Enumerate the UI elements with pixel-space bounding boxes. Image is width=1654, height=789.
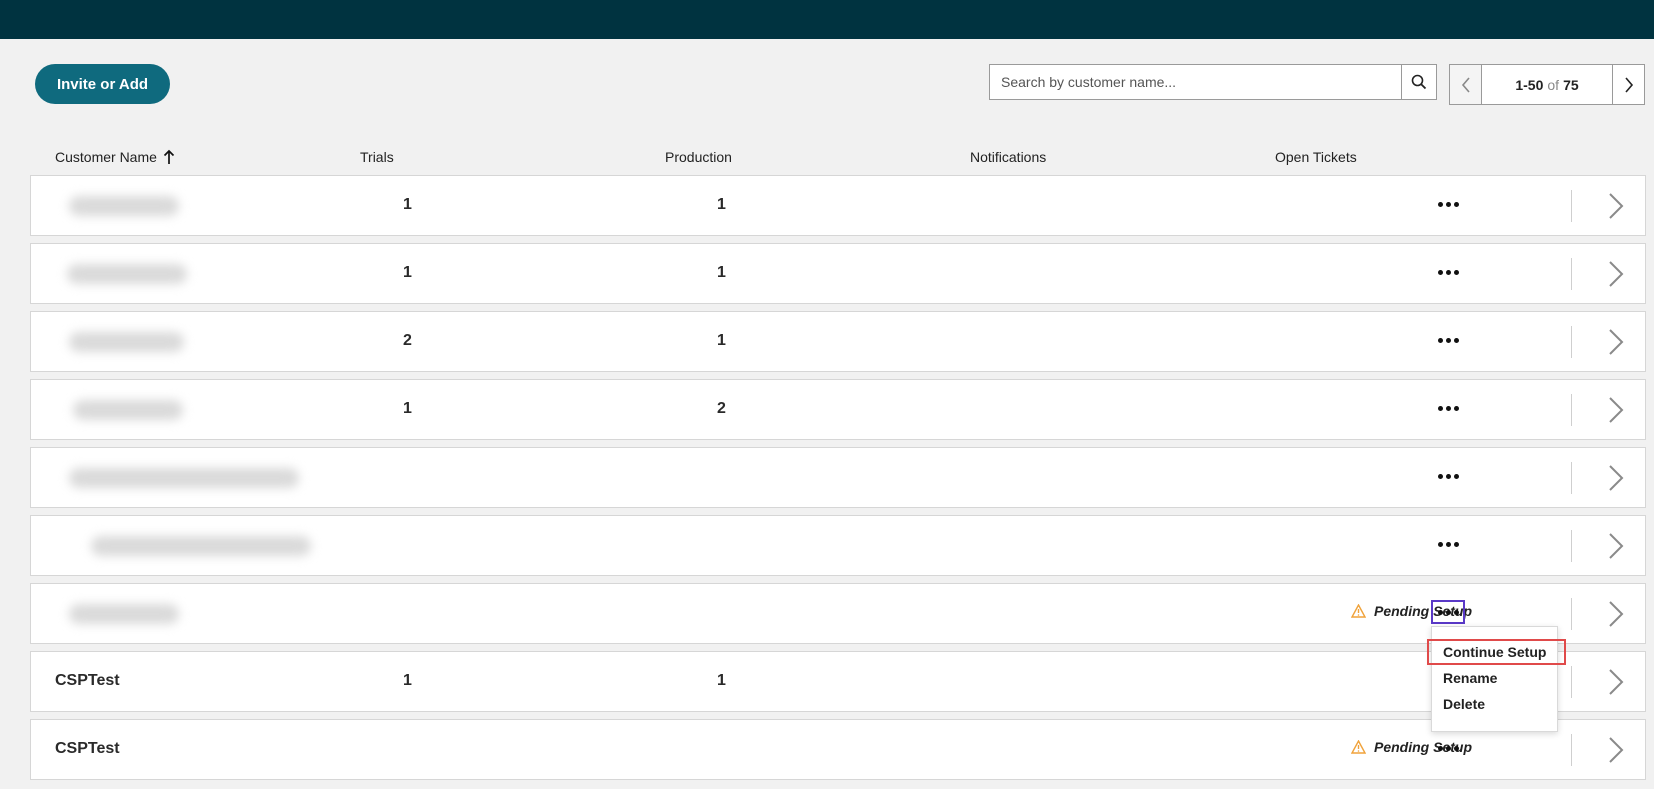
- column-header-label: Open Tickets: [1275, 149, 1357, 165]
- trials-count: 1: [403, 672, 412, 689]
- trials-count: 1: [403, 264, 412, 281]
- column-header-label: Production: [665, 149, 732, 165]
- customer-name-redacted: [91, 536, 311, 556]
- production-count: 1: [717, 196, 726, 213]
- table-row[interactable]: Pending Setup: [30, 583, 1646, 644]
- page-total: 75: [1563, 76, 1579, 93]
- row-chevron-icon[interactable]: [1607, 668, 1625, 696]
- invite-or-add-button[interactable]: Invite or Add: [35, 64, 170, 104]
- row-chevron-icon[interactable]: [1607, 532, 1625, 560]
- column-header-notifications[interactable]: Notifications: [970, 149, 1046, 165]
- more-actions-button[interactable]: [1431, 736, 1465, 760]
- search-input[interactable]: [989, 64, 1401, 100]
- row-chevron-icon[interactable]: [1607, 192, 1625, 220]
- row-divider: [1571, 462, 1572, 494]
- customer-name-redacted: [67, 264, 187, 284]
- row-chevron-icon[interactable]: [1607, 600, 1625, 628]
- table-row[interactable]: 1 1: [30, 175, 1646, 236]
- customer-name-redacted: [69, 196, 179, 216]
- pagination: 1-50 of 75: [1449, 64, 1645, 105]
- row-chevron-icon[interactable]: [1607, 260, 1625, 288]
- row-chevron-icon[interactable]: [1607, 396, 1625, 424]
- more-actions-button[interactable]: [1431, 464, 1465, 488]
- trials-count: 1: [403, 196, 412, 213]
- column-header-label: Customer Name: [55, 149, 157, 165]
- customer-search: [989, 64, 1437, 100]
- page-of: of: [1547, 76, 1560, 93]
- production-count: 1: [717, 672, 726, 689]
- table-row[interactable]: [30, 447, 1646, 508]
- customer-name[interactable]: CSPTest: [55, 740, 120, 758]
- column-header-label: Notifications: [970, 149, 1047, 165]
- row-chevron-icon[interactable]: [1607, 464, 1625, 492]
- customer-name-redacted: [69, 468, 299, 488]
- row-divider: [1571, 598, 1572, 630]
- trials-count: 2: [403, 332, 412, 349]
- row-divider: [1571, 258, 1572, 290]
- more-actions-button[interactable]: [1431, 260, 1465, 284]
- row-divider: [1571, 326, 1572, 358]
- column-header-open-tickets[interactable]: Open Tickets: [1275, 149, 1357, 165]
- page-range: 1-50: [1515, 76, 1544, 93]
- more-actions-button[interactable]: [1431, 396, 1465, 420]
- row-divider: [1571, 190, 1572, 222]
- row-divider: [1571, 530, 1572, 562]
- column-header-production[interactable]: Production: [665, 149, 732, 165]
- trials-count: 1: [403, 400, 412, 417]
- more-actions-button[interactable]: [1431, 328, 1465, 352]
- table-row[interactable]: CSPTest Pending Setup: [30, 719, 1646, 780]
- row-chevron-icon[interactable]: [1607, 328, 1625, 356]
- table-row[interactable]: 1 1: [30, 243, 1646, 304]
- warning-icon: [1351, 604, 1366, 618]
- top-nav-bar: [0, 0, 1654, 39]
- menu-item-rename[interactable]: Rename: [1443, 670, 1497, 686]
- search-button[interactable]: [1401, 64, 1437, 100]
- table-row[interactable]: CSPTest 1 1: [30, 651, 1646, 712]
- more-actions-button[interactable]: [1431, 600, 1465, 624]
- row-divider: [1571, 734, 1572, 766]
- chevron-right-icon: [1624, 76, 1633, 93]
- table-row[interactable]: 2 1: [30, 311, 1646, 372]
- search-icon: [1411, 74, 1427, 90]
- production-count: 1: [717, 332, 726, 349]
- customer-name-redacted: [69, 604, 179, 624]
- page-range-label: 1-50 of 75: [1482, 64, 1612, 105]
- column-header-customer-name[interactable]: Customer Name: [55, 149, 175, 165]
- more-actions-button[interactable]: [1431, 532, 1465, 556]
- previous-page-button[interactable]: [1449, 64, 1482, 105]
- production-count: 2: [717, 400, 726, 417]
- row-divider: [1571, 394, 1572, 426]
- highlight-annotation: [1427, 639, 1566, 665]
- warning-icon: [1351, 740, 1366, 754]
- production-count: 1: [717, 264, 726, 281]
- chevron-left-icon: [1461, 76, 1470, 93]
- customer-name-redacted: [73, 400, 183, 420]
- more-actions-button[interactable]: [1431, 192, 1465, 216]
- next-page-button[interactable]: [1612, 64, 1645, 105]
- row-divider: [1571, 666, 1572, 698]
- table-row[interactable]: 1 2: [30, 379, 1646, 440]
- menu-item-delete[interactable]: Delete: [1443, 696, 1485, 712]
- column-header-label: Trials: [360, 149, 394, 165]
- column-header-trials[interactable]: Trials: [360, 149, 394, 165]
- customer-name-redacted: [69, 332, 184, 352]
- table-row[interactable]: [30, 515, 1646, 576]
- customer-name[interactable]: CSPTest: [55, 672, 120, 690]
- row-chevron-icon[interactable]: [1607, 736, 1625, 764]
- sort-arrow-up-icon: [163, 149, 175, 164]
